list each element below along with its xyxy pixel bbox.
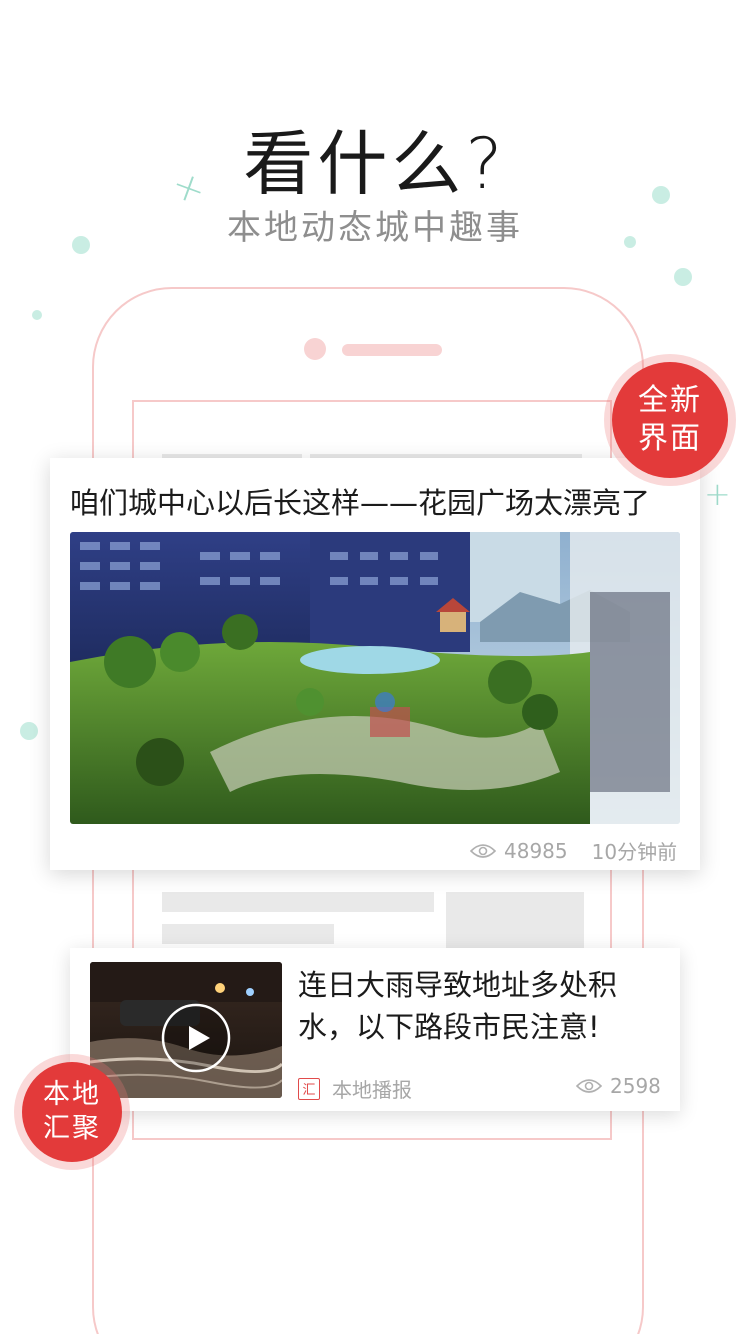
featured-article-card[interactable]: 咱们城中心以后长这样——花园广场太漂亮了 48985 10分钟前 [50,458,700,870]
list-article-thumbnail[interactable] [90,962,282,1098]
decor-dot [20,722,38,740]
page-headline: 看什么? [243,123,507,205]
badge-new-ui: 全新 界面 [612,362,728,478]
placeholder-thumb [446,892,584,952]
eye-icon [470,843,496,858]
decor-dot [32,310,42,320]
badge-line: 界面 [638,421,702,456]
featured-article-meta: 48985 10分钟前 [470,836,677,865]
view-count: 2598 [610,1074,661,1098]
badge-line: 全新 [638,383,702,418]
badge-line: 汇聚 [43,1113,101,1144]
decor-dot [674,268,692,286]
source-name: 本地播报 [332,1078,412,1102]
list-article-title: 连日大雨导致地址多处积水，以下路段市民注意! [298,968,618,1044]
badge-local: 本地 汇聚 [22,1062,122,1162]
badge-line: 本地 [43,1079,101,1110]
play-icon[interactable] [160,1002,232,1074]
page-subline: 本地动态城中趣事 [227,208,523,248]
source-logo-icon: 汇 [298,1077,320,1100]
decor-cross: + [704,475,731,513]
placeholder-line [162,924,334,944]
list-article-card[interactable]: 连日大雨导致地址多处积水，以下路段市民注意! 汇 本地播报 2598 [70,948,680,1111]
publish-time: 10分钟前 [591,840,678,864]
featured-article-image [70,532,680,824]
placeholder-line [162,892,434,912]
list-article-source[interactable]: 汇 本地播报 [298,1074,412,1103]
phone-camera [304,338,326,360]
view-count: 48985 [504,838,568,863]
phone-speaker [342,344,442,356]
eye-icon [576,1079,602,1093]
list-article-meta: 2598 [576,1074,661,1098]
featured-article-title: 咱们城中心以后长这样——花园广场太漂亮了 [70,486,651,520]
